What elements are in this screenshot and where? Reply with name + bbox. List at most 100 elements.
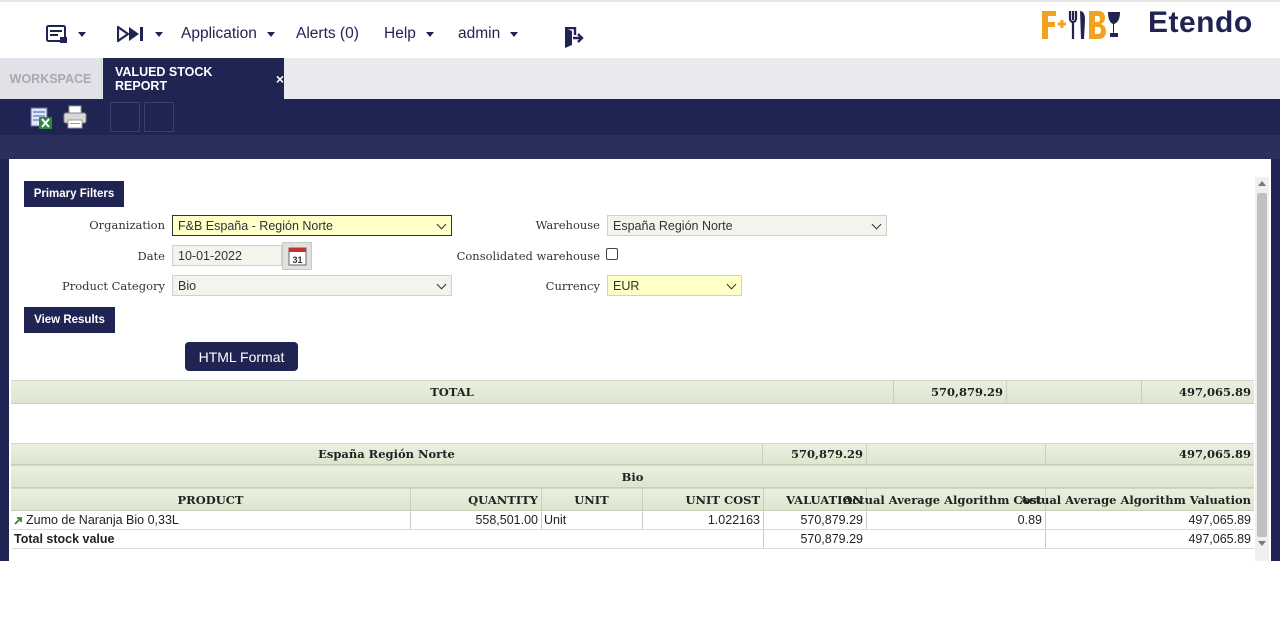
algorithm-valuation-cell: 497,065.89 <box>1188 513 1251 527</box>
organization-label: Organization <box>89 218 165 232</box>
organization-value: F&B España - Región Norte <box>178 218 333 233</box>
right-frame <box>1271 159 1280 624</box>
left-frame <box>0 159 9 624</box>
date-input[interactable]: 10-01-2022 <box>172 245 282 266</box>
etendo-logo: Etendo <box>1148 6 1253 40</box>
product-category-select[interactable]: Bio <box>172 275 452 296</box>
help-menu[interactable]: Help <box>384 22 434 46</box>
user-menu-label: admin <box>458 25 501 42</box>
html-format-label: HTML Format <box>198 348 285 365</box>
category-label: Bio <box>621 469 644 484</box>
unit-cost-cell: 1.022163 <box>707 513 760 527</box>
view-results-button[interactable]: View Results <box>24 307 115 333</box>
chevron-down-icon <box>510 31 519 37</box>
date-label: Date <box>137 249 165 263</box>
column-header-row: PRODUCT QUANTITY UNIT UNIT COST VALUATIO… <box>11 488 1254 511</box>
total-valuation: 570,879.29 <box>930 385 1003 399</box>
application-menu[interactable]: Application <box>181 22 275 46</box>
chevron-down-icon <box>155 31 163 37</box>
total-stock-value-label: Total stock value <box>14 532 115 546</box>
total-label: TOTAL <box>430 385 474 399</box>
tab-workspace[interactable]: WORKSPACE <box>0 58 102 99</box>
column-unit: UNIT <box>574 492 609 507</box>
menu-list-icon <box>46 25 67 43</box>
export-spreadsheet-icon <box>30 107 52 129</box>
logout-button[interactable] <box>562 26 584 50</box>
warehouse-row-algorithm-valuation: 497,065.89 <box>1178 447 1251 461</box>
calendar-button[interactable]: 31 <box>282 242 312 270</box>
currency-value: EUR <box>613 278 640 293</box>
empty-footer-area <box>0 561 1280 624</box>
unit-cell: Unit <box>544 513 567 527</box>
product-category-value: Bio <box>178 278 197 293</box>
column-unit-cost: UNIT COST <box>685 492 760 507</box>
primary-filters-header[interactable]: Primary Filters <box>24 181 124 207</box>
column-algorithm-cost: Actual Average Algorithm Cost <box>843 492 1042 507</box>
tab-valued-stock-report[interactable]: VALUED STOCK REPORT × <box>103 58 284 99</box>
consolidated-warehouse-checkbox[interactable] <box>606 248 618 260</box>
link-arrow-icon <box>14 516 22 525</box>
warehouse-row: España Región Norte 570,879.29 497,065.8… <box>11 443 1254 465</box>
warehouse-value: España Región Norte <box>613 218 733 233</box>
report-toolbar <box>0 99 1280 135</box>
column-algorithm-valuation: Actual Average Algorithm Valuation <box>1019 492 1251 507</box>
alerts-menu-label: Alerts (0) <box>296 25 359 42</box>
user-menu[interactable]: admin <box>458 22 519 46</box>
toolbar-empty-button-2 <box>144 102 174 132</box>
view-results-label: View Results <box>34 314 105 326</box>
menu-button[interactable] <box>46 22 86 46</box>
total-stock-value-row: Total stock value 570,879.29 497,065.89 <box>11 530 1254 549</box>
logout-icon <box>565 27 584 48</box>
total-algorithm-valuation: 497,065.89 <box>1178 385 1251 399</box>
scroll-up-icon[interactable] <box>1258 181 1266 186</box>
scrollbar-thumb[interactable] <box>1257 193 1267 537</box>
warehouse-select[interactable]: España Región Norte <box>607 215 887 236</box>
product-category-label: Product Category <box>61 279 165 293</box>
export-spreadsheet-button[interactable] <box>26 102 56 132</box>
category-row: Bio <box>11 465 1254 488</box>
alerts-menu[interactable]: Alerts (0) <box>296 22 359 46</box>
toolbar-empty-button-1 <box>110 102 140 132</box>
application-menu-label: Application <box>181 25 257 42</box>
chevron-down-icon <box>871 219 882 230</box>
tab-valued-stock-report-label: VALUED STOCK REPORT <box>115 64 213 93</box>
warehouse-label: Warehouse <box>535 218 600 232</box>
chevron-down-icon <box>266 31 275 37</box>
table-row: Zumo de Naranja Bio 0,33L 558,501.00 Uni… <box>11 511 1254 530</box>
warehouse-row-label: España Región Norte <box>318 447 455 461</box>
print-button[interactable] <box>60 102 90 132</box>
top-navigation-bar: Application Alerts (0) Help admin Etendo <box>0 0 1280 58</box>
product-name: Zumo de Naranja Bio 0,33L <box>26 513 179 527</box>
quick-launch-icon <box>117 25 143 43</box>
tab-bar: WORKSPACE VALUED STOCK REPORT × <box>0 58 1280 99</box>
primary-filters-label: Primary Filters <box>33 188 115 200</box>
consolidated-warehouse-label: Consolidated warehouse <box>456 249 600 263</box>
fb-logo <box>1040 8 1122 42</box>
chevron-down-icon <box>425 31 434 37</box>
calendar-day: 31 <box>292 255 302 265</box>
product-cell[interactable]: Zumo de Naranja Bio 0,33L <box>11 511 410 529</box>
close-icon[interactable]: × <box>276 71 284 87</box>
chevron-down-icon <box>726 279 737 290</box>
etendo-logo-text: Etendo <box>1148 6 1253 39</box>
column-product: PRODUCT <box>177 492 244 507</box>
report-panel: Primary Filters Organization F&B España … <box>9 159 1271 561</box>
currency-label: Currency <box>545 279 600 293</box>
tab-workspace-label: WORKSPACE <box>9 71 92 86</box>
scroll-down-icon[interactable] <box>1258 541 1266 546</box>
html-format-button[interactable]: HTML Format <box>185 342 298 371</box>
organization-select[interactable]: F&B España - Región Norte <box>172 215 452 236</box>
date-value: 10-01-2022 <box>178 248 242 263</box>
print-icon <box>63 105 87 129</box>
column-quantity: QUANTITY <box>468 492 538 507</box>
help-menu-label: Help <box>384 25 416 42</box>
warehouse-row-valuation: 570,879.29 <box>790 447 863 461</box>
total-stock-value-valuation: 570,879.29 <box>800 532 863 546</box>
total-stock-value-algorithm-valuation: 497,065.89 <box>1188 532 1251 546</box>
toolbar-shadow-band <box>0 135 1280 159</box>
quantity-cell: 558,501.00 <box>475 513 538 527</box>
quick-launch-button[interactable] <box>117 22 163 46</box>
chevron-down-icon <box>78 31 86 37</box>
calendar-icon: 31 <box>288 247 307 266</box>
currency-select[interactable]: EUR <box>607 275 742 296</box>
